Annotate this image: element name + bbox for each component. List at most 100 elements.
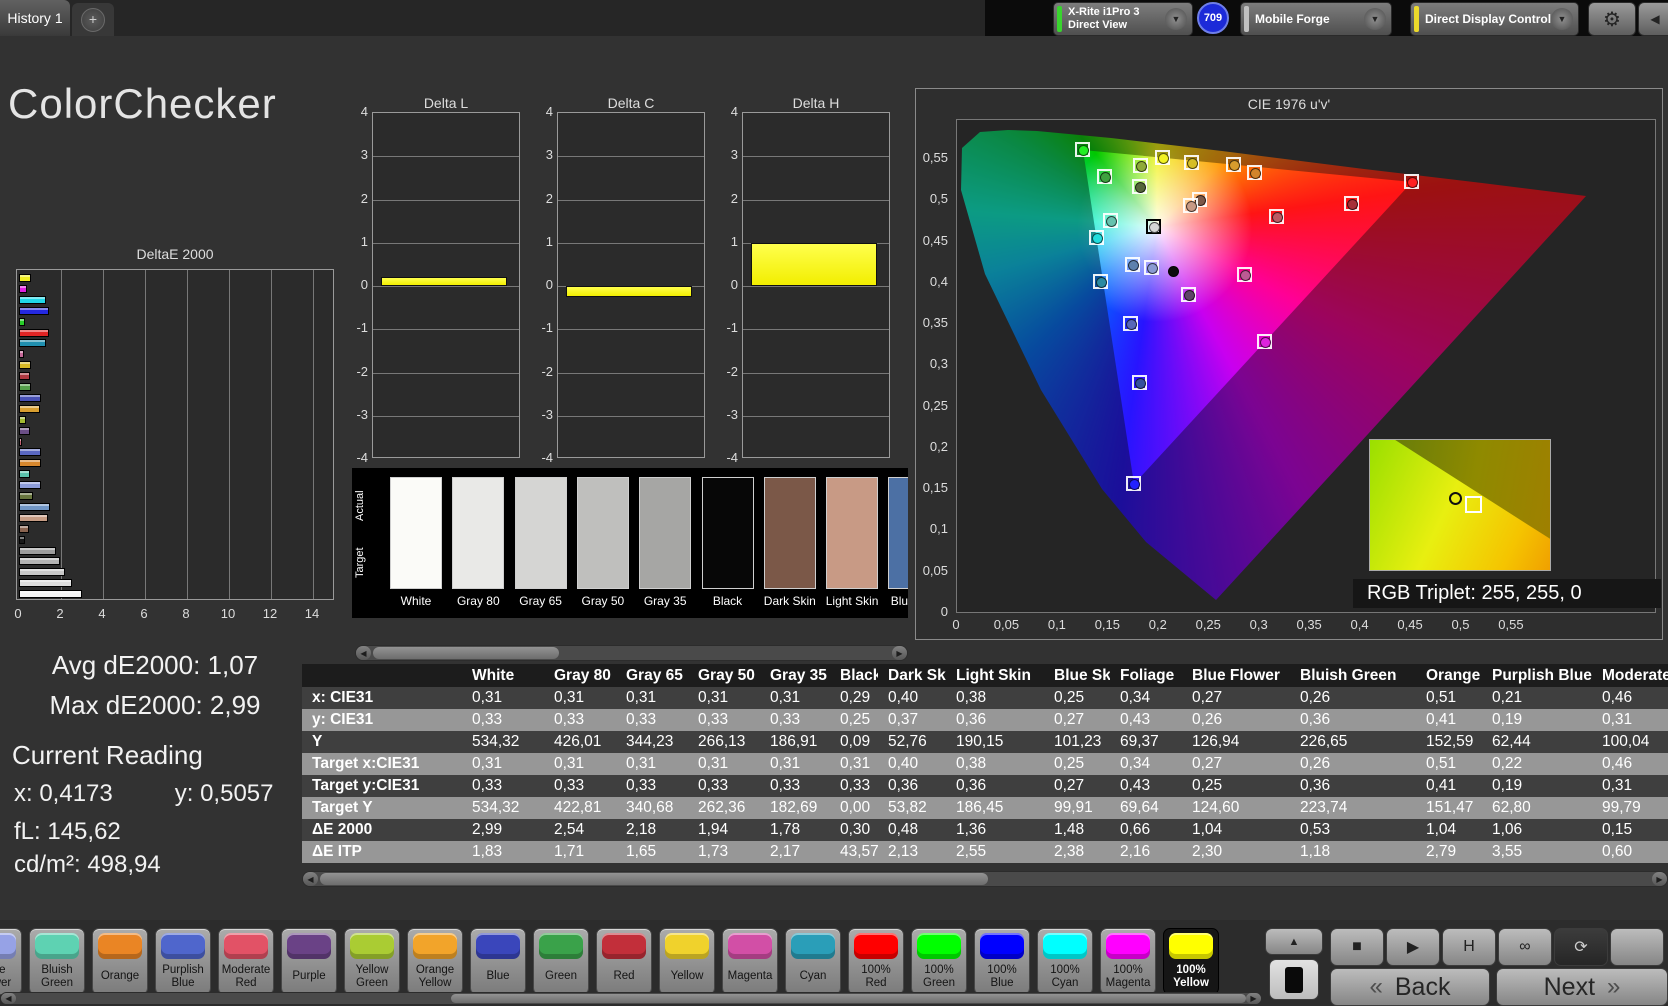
patch-button-moderate-red[interactable]: Moderate Red [218, 928, 274, 995]
pattern-source-dropdown[interactable]: Mobile Forge ▼ [1240, 2, 1392, 36]
scrollbar-thumb[interactable] [373, 647, 559, 659]
patch-button-100-green[interactable]: 100% Green [911, 928, 967, 995]
patch-button-100-red[interactable]: 100% Red [848, 928, 904, 995]
patch-button-100-cyan[interactable]: 100% Cyan [1037, 928, 1093, 995]
measure-window-button[interactable]: Η [1442, 928, 1496, 966]
axis-tick-label: 6 [140, 606, 148, 621]
patch-color-chip [287, 933, 331, 959]
add-tab-button[interactable]: + [72, 3, 114, 36]
patch-button-purplish-blue[interactable]: Purplish Blue [155, 928, 211, 995]
axis-tick-label: -1 [541, 320, 553, 336]
tab-history-1[interactable]: History 1 [0, 0, 70, 36]
rgb-triplet-readout: RGB Triplet: 255, 255, 0 [1353, 579, 1661, 608]
scroll-left-icon[interactable]: ◀ [356, 646, 371, 660]
table-cell: 0,38 [956, 755, 987, 772]
play-button[interactable]: ▶ [1386, 928, 1440, 966]
collapse-panel-button[interactable]: ◀ [1638, 2, 1668, 36]
table-cell: 1,94 [698, 821, 729, 838]
table-cell: 266,13 [698, 733, 746, 750]
scroll-right-icon[interactable]: ▶ [1652, 872, 1667, 886]
table-cell: 0,33 [698, 711, 729, 728]
scroll-left-icon[interactable]: ◀ [1, 993, 16, 1004]
patch-button-green[interactable]: Green [533, 928, 589, 995]
table-cell: 2,55 [956, 843, 987, 860]
table-cell: 344,23 [626, 733, 674, 750]
table-cell: 1,71 [554, 843, 585, 860]
display-control-dropdown[interactable]: Direct Display Control ▼ [1410, 2, 1579, 36]
workflow-status-bar [1414, 6, 1419, 32]
patch-color-chip [1043, 933, 1087, 959]
axis-tick-label: 0,55 [1498, 617, 1524, 632]
table-cell: 0,31 [770, 689, 801, 706]
patch-button-100-blue[interactable]: 100% Blue [974, 928, 1030, 995]
patch-button-yellow-green[interactable]: Yellow Green [344, 928, 400, 995]
patch-strip-scrollbar[interactable]: ◀ ▶ [0, 992, 1262, 1005]
source-status-bar [1244, 6, 1249, 32]
back-button[interactable]: « Back [1330, 968, 1490, 1006]
table-cell: 0,31 [1602, 777, 1633, 794]
table-cell: 0,00 [840, 799, 871, 816]
table-row: ΔE 2000 2,99 2,54 2,18 1,94 1,78 0,30 0,48 1,36 1… [302, 819, 1668, 841]
colorspace-709-badge[interactable]: 709 [1197, 2, 1229, 34]
stop-button[interactable]: ■ [1330, 928, 1384, 966]
patch-color-chip [1169, 933, 1213, 959]
axis-tick-label: 14 [304, 606, 320, 621]
patch-button-yellow[interactable]: Yellow [659, 928, 715, 995]
patch-button-blue-flower[interactable]: Blue Flower [0, 928, 22, 995]
refresh-button[interactable]: ⟳ [1554, 928, 1608, 966]
table-scrollbar[interactable]: ◀ ▶ [302, 871, 1668, 887]
patch-button-cyan[interactable]: Cyan [785, 928, 841, 995]
swatch-strip-scrollbar[interactable]: ◀ ▶ [355, 645, 908, 661]
patch-button-100-magenta[interactable]: 100% Magenta [1100, 928, 1156, 995]
axis-tick-label: 0,1 [1047, 617, 1066, 632]
table-cell: 43,57 [840, 843, 878, 860]
table-cell: 426,01 [554, 733, 602, 750]
axis-tick-label: 8 [182, 606, 190, 621]
pattern-window-toggle[interactable] [1269, 959, 1319, 1000]
patch-button-orange[interactable]: Orange [92, 928, 148, 995]
delta-c-title: Delta C [607, 95, 655, 111]
next-button[interactable]: Next » [1496, 968, 1668, 1006]
patch-button-label: 100% Cyan [1050, 964, 1080, 989]
scroll-up-button[interactable]: ▲ [1265, 928, 1323, 955]
patch-color-chip [854, 933, 898, 959]
settings-button[interactable]: ⚙ [1588, 2, 1636, 36]
continuous-button[interactable]: ∞ [1498, 928, 1552, 966]
column-header: Gray 35 [770, 667, 827, 684]
scroll-right-icon[interactable]: ▶ [1246, 993, 1261, 1004]
gridline [558, 242, 704, 244]
axis-tick-label: 0,5 [1451, 617, 1470, 632]
patch-button-purple[interactable]: Purple [281, 928, 337, 995]
table-cell: 0,25 [1054, 755, 1085, 772]
table-cell: 0,37 [888, 711, 919, 728]
measured-dot-marker [1260, 336, 1272, 348]
patch-button-orange-yellow[interactable]: Orange Yellow [407, 928, 463, 995]
table-cell: 0,60 [1602, 843, 1633, 860]
meter-dropdown[interactable]: X-Rite i1Pro 3 Direct View ▼ [1053, 2, 1193, 36]
patch-button-100-yellow[interactable]: 100% Yellow [1163, 928, 1219, 995]
axis-tick-label: 0 [545, 277, 553, 292]
measured-dot-marker [1128, 478, 1140, 490]
patch-button-magenta[interactable]: Magenta [722, 928, 778, 995]
chevron-down-icon: ▼ [1364, 8, 1386, 30]
patch-button-bluish-green[interactable]: Bluish Green [29, 928, 85, 995]
table-cell: 0,22 [1492, 755, 1523, 772]
patch-button-blue[interactable]: Blue [470, 928, 526, 995]
scrollbar-thumb[interactable] [451, 994, 1246, 1003]
axis-tick-label: -4 [726, 450, 738, 465]
table-cell: 0,36 [956, 777, 987, 794]
table-cell: 0,31 [840, 755, 871, 772]
measured-dot-marker [1091, 232, 1103, 244]
table-cell: 1,78 [770, 821, 801, 838]
gridline [271, 270, 272, 599]
column-header: Foliage [1120, 667, 1175, 684]
table-cell: 0,25 [1192, 777, 1223, 794]
blank-button[interactable] [1610, 928, 1664, 966]
up-arrow-icon: ▲ [1288, 935, 1300, 948]
row-label: ΔE ITP [312, 843, 362, 860]
scroll-left-icon[interactable]: ◀ [303, 872, 318, 886]
scrollbar-thumb[interactable] [320, 873, 988, 885]
axis-tick-label: -3 [541, 406, 553, 422]
scroll-right-icon[interactable]: ▶ [892, 646, 907, 660]
patch-button-red[interactable]: Red [596, 928, 652, 995]
